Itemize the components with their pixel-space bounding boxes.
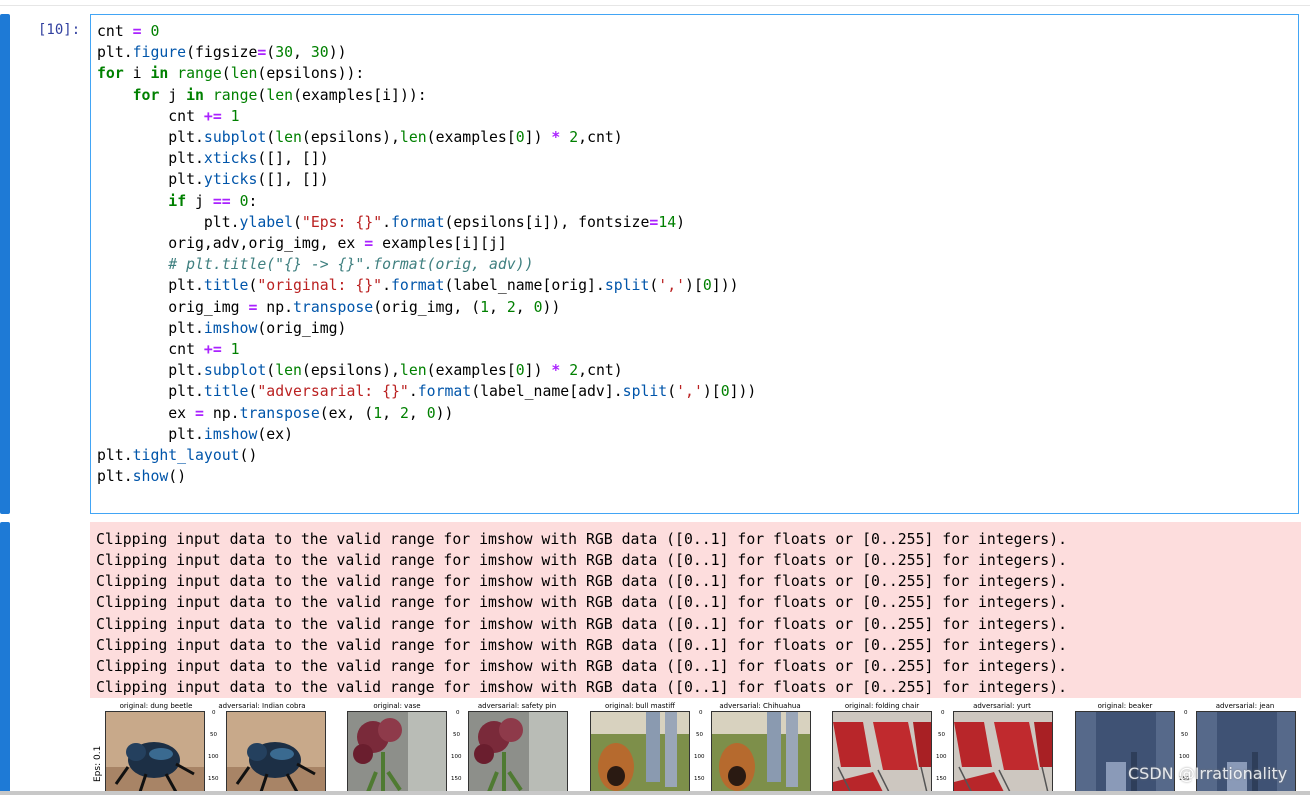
csdn-watermark: CSDN @Irrationality: [1128, 764, 1288, 783]
stderr-line: Clipping input data to the valid range f…: [96, 552, 1068, 569]
subplot-title: adversarial: Indian cobra: [218, 702, 306, 710]
code-text[interactable]: cnt = 0 plt.figure(figsize=(30, 30)) for…: [97, 21, 756, 487]
y-tick-label: 150: [694, 776, 705, 782]
code-line: plt.subplot(len(epsilons),len(examples[0…: [97, 362, 623, 380]
subplot-title: original: bull mastiff: [604, 702, 675, 710]
code-editor[interactable]: cnt = 0 plt.figure(figsize=(30, 30)) for…: [90, 14, 1299, 514]
subplot-title: adversarial: jean: [1215, 702, 1275, 710]
y-tick-label: 150: [208, 776, 219, 782]
code-line: plt.xticks([], []): [97, 150, 329, 168]
code-line: ex = np.transpose(ex, (1, 2, 0)): [97, 404, 454, 422]
row-ylabel: Eps: 0.1: [93, 745, 103, 782]
code-line: cnt += 1: [97, 341, 240, 359]
y-tick-label: 50: [696, 732, 703, 738]
y-tick-label: 0: [699, 710, 703, 716]
subplot-title: adversarial: yurt: [973, 702, 1031, 710]
subplot-title: original: folding chair: [844, 702, 920, 710]
code-line: if j == 0:: [168, 192, 258, 210]
y-tick-label: 50: [1181, 732, 1188, 738]
subplot-title: original: vase: [373, 702, 421, 710]
horizontal-scrollbar[interactable]: [0, 791, 1310, 795]
code-line: for i in range(len(epsilons)):: [97, 65, 365, 83]
subplot-image-dung-beetle: [105, 711, 205, 791]
code-line: for j in range(len(examples[i])):: [132, 86, 427, 104]
y-tick-label: 50: [453, 732, 460, 738]
subplot-title: original: dung beetle: [119, 702, 193, 710]
subplot-image-yurt: [953, 711, 1053, 791]
y-tick-label: 100: [694, 754, 705, 760]
execution-count-prompt: [10]:: [38, 22, 81, 38]
stderr-line: Clipping input data to the valid range f…: [96, 531, 1068, 548]
code-line: plt.ylabel("Eps: {}".format(epsilons[i])…: [97, 213, 686, 231]
figure-output: original: dung beetle adversarial: India…: [90, 700, 1301, 791]
subplot-title: original: beaker: [1097, 702, 1153, 710]
code-line: plt.title("adversarial: {}".format(label…: [97, 383, 757, 401]
subplot-image-vase: [347, 711, 447, 791]
code-line: plt.subplot(len(epsilons),len(examples[0…: [97, 129, 623, 147]
subplot-image-chihuahua: [711, 711, 811, 791]
code-line: plt.show(): [97, 468, 187, 486]
y-tick-label: 150: [451, 776, 462, 782]
y-tick-label: 0: [456, 710, 460, 716]
y-tick-label: 0: [1184, 710, 1188, 716]
y-tick-label: 50: [938, 732, 945, 738]
code-line: cnt += 1: [97, 107, 240, 125]
stderr-line: Clipping input data to the valid range f…: [96, 594, 1068, 611]
stderr-output: Clipping input data to the valid range f…: [90, 522, 1301, 698]
y-tick-label: 100: [1179, 754, 1190, 760]
stderr-line: Clipping input data to the valid range f…: [96, 573, 1068, 590]
code-line: plt.imshow(orig_img): [97, 319, 347, 337]
cell-selection-bar[interactable]: [0, 14, 10, 514]
y-tick-label: 100: [451, 754, 462, 760]
subplot-title: adversarial: safety pin: [477, 702, 557, 710]
subplot-image-indian-cobra: [226, 711, 326, 791]
code-line: cnt = 0: [97, 23, 160, 40]
y-tick-label: 0: [941, 710, 945, 716]
y-tick-label: 150: [936, 776, 947, 782]
code-line: plt.imshow(ex): [97, 425, 293, 443]
y-tick-label: 100: [936, 754, 947, 760]
subplot-image-bull-mastiff: [590, 711, 690, 791]
subplot-title: adversarial: Chihuahua: [719, 702, 801, 710]
top-divider: [0, 5, 1310, 6]
stderr-line: Clipping input data to the valid range f…: [96, 679, 1068, 696]
code-line: plt.title("original: {}".format(label_na…: [97, 277, 739, 295]
code-line: plt.yticks([], []): [97, 171, 329, 189]
code-line: plt.tight_layout(): [97, 447, 258, 465]
code-line: orig_img = np.transpose(orig_img, (1, 2,…: [97, 298, 561, 316]
code-line: # plt.title("{} -> {}".format(orig, adv)…: [168, 256, 534, 274]
stderr-line: Clipping input data to the valid range f…: [96, 616, 1068, 633]
y-tick-label: 0: [212, 710, 216, 716]
y-tick-label: 50: [210, 732, 217, 738]
subplot-image-safety-pin: [468, 711, 568, 791]
y-tick-label: 100: [208, 754, 219, 760]
output-collapse-bar[interactable]: [0, 522, 10, 795]
code-line: plt.figure(figsize=(30, 30)): [97, 44, 347, 62]
stderr-line: Clipping input data to the valid range f…: [96, 658, 1068, 675]
stderr-line: Clipping input data to the valid range f…: [96, 637, 1068, 654]
subplot-image-folding-chair: [832, 711, 932, 791]
code-line: orig,adv,orig_img, ex = examples[i][j]: [97, 235, 507, 253]
